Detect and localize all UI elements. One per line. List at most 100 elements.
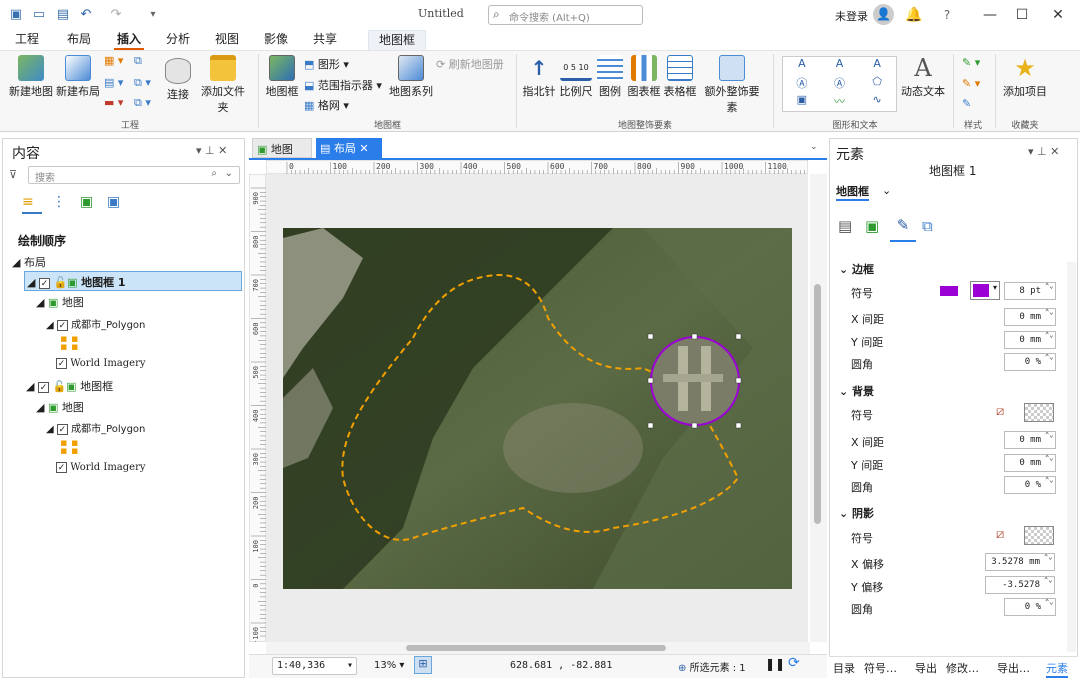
background-radius-spinner[interactable]: 0 %: [1004, 476, 1056, 494]
border-y-gap-spinner[interactable]: 0 mm: [1004, 331, 1056, 349]
pane-tab-symbology[interactable]: 符号…: [864, 660, 897, 676]
border-section[interactable]: ⌄ 边框: [839, 261, 874, 277]
tab-share[interactable]: 共享: [310, 30, 340, 50]
pane-tab-element[interactable]: 元素: [1046, 660, 1068, 678]
selection-tab-icon[interactable]: ⋮: [52, 194, 66, 210]
toolbox-icon[interactable]: ▬ ▾: [104, 96, 123, 109]
display-tab-icon[interactable]: ✎: [890, 216, 916, 242]
visibility-checkbox[interactable]: ✓: [56, 319, 68, 331]
zoom-select[interactable]: 13% ▾: [374, 660, 404, 671]
dynamic-text-button[interactable]: A 动态文本: [900, 55, 946, 99]
tab-analysis[interactable]: 分析: [163, 30, 193, 50]
task-icon[interactable]: ⧉ ▾: [134, 76, 151, 90]
fixed-zoom-icon[interactable]: ⊞: [414, 656, 432, 674]
tree-row-imagery[interactable]: ✓ World Imagery: [56, 358, 146, 369]
help-icon[interactable]: ?: [935, 3, 959, 27]
shadow-x-offset-spinner[interactable]: 3.5278 mm: [985, 553, 1055, 571]
pane-options-icon[interactable]: ▾ ⊥ ✕: [196, 144, 227, 157]
view-tab-layout[interactable]: ▤ 布局 ✕: [316, 138, 382, 158]
maximize-button[interactable]: ☐: [1010, 3, 1034, 27]
undo-icon[interactable]: ↶: [78, 7, 94, 23]
image-icon[interactable]: ▣: [783, 93, 821, 111]
table-frame-button[interactable]: 表格框: [663, 55, 697, 99]
notebook-icon[interactable]: ⧉ ▾: [134, 96, 151, 110]
element-type-dropdown[interactable]: 地图框: [836, 183, 869, 201]
style-icon[interactable]: ⧉: [134, 54, 142, 68]
pane-tab-export2[interactable]: 导出…: [997, 660, 1030, 676]
horizontal-scrollbar[interactable]: [266, 642, 810, 654]
drawing-order-tab-icon[interactable]: ≡: [22, 194, 42, 214]
circle-text-icon[interactable]: Ⓐ: [783, 75, 821, 93]
border-radius-spinner[interactable]: 0 %: [1004, 353, 1056, 371]
tab-list-icon[interactable]: ⌄: [810, 142, 818, 152]
tree-row-polygon[interactable]: ◢ ✓ 成都市_Polygon: [46, 420, 145, 435]
map-frame-button[interactable]: 地图框: [264, 55, 300, 99]
scroll-thumb[interactable]: [406, 645, 666, 651]
expand-icon[interactable]: ◢: [36, 296, 44, 309]
command-search[interactable]: ⌕ 命令搜索 (Alt+Q): [488, 5, 643, 25]
redo-icon[interactable]: ↷: [108, 7, 124, 23]
style-brush3-icon[interactable]: ✎: [962, 97, 971, 110]
callout-icon[interactable]: A: [821, 57, 859, 75]
chevron-down-icon[interactable]: ⌄: [882, 184, 891, 197]
style-brush2-icon[interactable]: ✎ ▾: [962, 77, 980, 90]
selected-count[interactable]: ⊕ 所选元素 : 1: [678, 659, 746, 674]
open-project-icon[interactable]: ▭: [31, 7, 47, 23]
background-x-gap-spinner[interactable]: 0 mm: [1004, 431, 1056, 449]
background-section[interactable]: ⌄ 背景: [839, 383, 874, 399]
polygon-text-icon[interactable]: ⬠: [858, 75, 896, 93]
refresh-icon[interactable]: ⟳: [788, 655, 800, 671]
refresh-atlas-button[interactable]: ⟳ 刷新地图册: [436, 56, 504, 72]
expand-icon[interactable]: ◢: [12, 256, 20, 269]
avatar[interactable]: 👤: [873, 4, 894, 25]
shadow-color-picker[interactable]: [1024, 526, 1054, 545]
layout-node[interactable]: ◢ 布局: [12, 254, 46, 270]
extra-surround-button[interactable]: 额外整饰要素: [700, 55, 764, 115]
tab-mapframe[interactable]: 地图框: [368, 30, 426, 50]
snapping-tab-icon[interactable]: ▣: [107, 194, 120, 210]
tree-row-mapframe[interactable]: ◢ ✓ 🔓▣ 地图框: [26, 378, 113, 394]
add-item-button[interactable]: ★ 添加项目: [1002, 55, 1048, 99]
placement-tab-icon[interactable]: ⧉: [922, 217, 933, 235]
text-plain-icon[interactable]: A: [858, 57, 896, 75]
chart-frame-button[interactable]: 图表框: [627, 55, 661, 99]
lock-icon[interactable]: 🔓: [52, 380, 66, 393]
background-y-gap-spinner[interactable]: 0 mm: [1004, 454, 1056, 472]
map-frame[interactable]: [283, 228, 792, 589]
scroll-thumb[interactable]: [814, 284, 821, 524]
style-brush-icon[interactable]: ✎ ▾: [962, 56, 980, 69]
circle-text-icon[interactable]: Ⓐ: [821, 75, 859, 93]
minimize-button[interactable]: —: [978, 3, 1002, 27]
tab-project[interactable]: 工程: [12, 30, 42, 50]
tree-row-map[interactable]: ◢ ▣ 地图: [36, 294, 84, 310]
tab-view[interactable]: 视图: [212, 30, 242, 50]
visibility-checkbox[interactable]: ✓: [56, 358, 67, 369]
properties-tab-icon[interactable]: ▣: [865, 217, 879, 235]
grid-button[interactable]: ▦ 格网 ▾: [304, 97, 349, 113]
close-icon[interactable]: ✕: [359, 142, 368, 155]
pane-options-icon[interactable]: ▾ ⊥ ✕: [1028, 145, 1059, 158]
polygon-symbol-icon[interactable]: ▪ ▪ ▪ ▪: [60, 437, 78, 456]
expand-icon[interactable]: ◢: [46, 320, 54, 331]
add-folder-button[interactable]: 添加文件夹: [196, 55, 250, 115]
shadow-radius-spinner[interactable]: 0 %: [1004, 598, 1056, 616]
graphics-gallery[interactable]: AAA Ⓐ Ⓐ ⬠ ▣ 〰 ∿: [782, 56, 897, 112]
background-color-picker[interactable]: [1024, 403, 1054, 422]
tree-row-polygon[interactable]: ◢ ✓ 成都市_Polygon: [46, 316, 145, 331]
text-icon[interactable]: A: [783, 57, 821, 75]
shadow-section[interactable]: ⌄ 阴影: [839, 505, 874, 521]
options-tab-icon[interactable]: ▤: [838, 217, 852, 235]
graphic-button[interactable]: ⬒ 图形 ▾: [304, 56, 349, 72]
view-tab-map[interactable]: ▣ 地图: [252, 138, 312, 158]
border-x-gap-spinner[interactable]: 0 mm: [1004, 308, 1056, 326]
tree-row-imagery[interactable]: ✓ World Imagery: [56, 462, 146, 473]
border-color-picker[interactable]: ▾: [970, 281, 1000, 300]
visibility-checkbox[interactable]: ✓: [56, 462, 67, 473]
vertical-scrollbar[interactable]: [810, 174, 827, 642]
customize-icon[interactable]: ▾: [145, 7, 161, 23]
visibility-checkbox[interactable]: ✓: [37, 381, 49, 393]
expand-icon[interactable]: ◢: [27, 276, 35, 289]
lock-icon[interactable]: 🔓: [53, 276, 67, 289]
expand-icon[interactable]: ◢: [36, 401, 44, 414]
user-status[interactable]: 未登录: [835, 8, 868, 24]
